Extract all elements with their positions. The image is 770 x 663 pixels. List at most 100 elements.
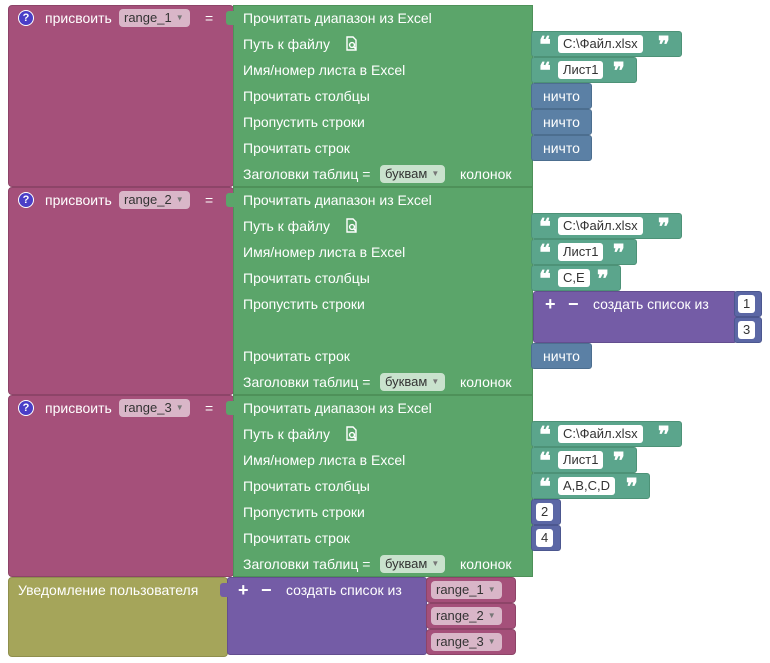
variable-name: range_1 (124, 10, 172, 25)
quote-open-icon: ❝ (539, 32, 551, 58)
search-file-icon[interactable] (344, 218, 360, 234)
minus-icon[interactable]: − (261, 581, 272, 599)
create-list-label: создать список из (286, 582, 402, 598)
headers-suffix: колонок (460, 556, 512, 572)
skip-label: Пропустить строки (243, 504, 365, 520)
variable-dropdown-range-2[interactable]: range_2 ▼ (119, 191, 190, 209)
null-label: ничто (543, 114, 580, 130)
null-label: ничто (543, 88, 580, 104)
cols-label: Прочитать столбцы (243, 270, 370, 286)
quote-open-icon: ❝ (539, 214, 551, 240)
quote-open-icon: ❝ (539, 266, 551, 292)
file-path-field[interactable]: C:\Файл.xlsx (558, 425, 643, 443)
headers-option: буквам (385, 556, 428, 571)
headers-label: Заголовки таблиц = (243, 556, 371, 572)
dropdown-arrow-icon: ▼ (175, 13, 184, 22)
assign-block-range-3[interactable] (8, 395, 234, 577)
skip-label: Пропустить строки (243, 114, 365, 130)
minus-icon[interactable]: − (568, 295, 579, 313)
headers-suffix: колонок (460, 166, 512, 182)
quote-open-icon: ❝ (539, 422, 551, 448)
rows-label: Прочитать строк (243, 348, 350, 364)
quote-close-icon: ❞ (613, 240, 625, 266)
skip-label: Пропустить строки (243, 296, 365, 312)
assign-label: присвоить (45, 400, 112, 416)
quote-close-icon: ❞ (626, 474, 638, 500)
dropdown-arrow-icon: ▼ (175, 195, 184, 204)
cols-label: Прочитать столбцы (243, 88, 370, 104)
quote-close-icon: ❞ (597, 266, 609, 292)
help-icon[interactable]: ? (18, 192, 34, 208)
number-field[interactable]: 4 (536, 529, 554, 547)
dropdown-arrow-icon: ▼ (487, 611, 496, 620)
create-list-label: создать список из (593, 296, 709, 312)
number-field[interactable]: 2 (536, 503, 554, 521)
headers-option: буквам (385, 374, 428, 389)
dropdown-arrow-icon: ▼ (487, 637, 496, 646)
quote-close-icon: ❞ (613, 58, 625, 84)
help-icon[interactable]: ? (18, 10, 34, 26)
excel-title: Прочитать диапазон из Excel (243, 400, 432, 416)
excel-title: Прочитать диапазон из Excel (243, 192, 432, 208)
headers-dropdown[interactable]: буквам ▼ (380, 373, 446, 391)
search-file-icon[interactable] (344, 426, 360, 442)
quote-open-icon: ❝ (539, 240, 551, 266)
help-icon[interactable]: ? (18, 400, 34, 416)
null-label: ничто (543, 140, 580, 156)
dropdown-arrow-icon: ▼ (431, 169, 440, 178)
sheet-label: Имя/номер листа в Excel (243, 62, 406, 78)
variable-dropdown-range-2[interactable]: range_2 ▼ (431, 607, 502, 625)
variable-name: range_1 (436, 582, 484, 597)
number-field[interactable]: 1 (738, 295, 756, 313)
excel-title: Прочитать диапазон из Excel (243, 10, 432, 26)
plus-icon[interactable]: + (238, 581, 249, 599)
assign-block-range-1[interactable] (8, 5, 234, 187)
quote-open-icon: ❝ (539, 474, 551, 500)
dropdown-arrow-icon: ▼ (431, 377, 440, 386)
notify-label: Уведомление пользователя (18, 582, 199, 598)
equals-label: = (205, 192, 214, 208)
variable-name: range_2 (436, 608, 484, 623)
dropdown-arrow-icon: ▼ (431, 559, 440, 568)
headers-option: буквам (385, 166, 428, 181)
null-label: ничто (543, 348, 580, 364)
connector-tab (226, 401, 235, 415)
search-file-icon[interactable] (344, 36, 360, 52)
assign-label: присвоить (45, 10, 112, 26)
quote-close-icon: ❞ (613, 448, 625, 474)
cols-field[interactable]: C,E (558, 269, 590, 287)
quote-close-icon: ❞ (658, 422, 670, 448)
variable-dropdown-range-1[interactable]: range_1 ▼ (119, 9, 190, 27)
file-path-field[interactable]: C:\Файл.xlsx (558, 35, 643, 53)
sheet-name-field[interactable]: Лист1 (558, 61, 604, 79)
sheet-name-field[interactable]: Лист1 (558, 451, 604, 469)
cols-field[interactable]: A,B,C,D (558, 477, 615, 495)
file-path-field[interactable]: C:\Файл.xlsx (558, 217, 643, 235)
variable-dropdown-range-3[interactable]: range_3 ▼ (119, 399, 190, 417)
variable-name: range_3 (124, 400, 172, 415)
connector-tab (226, 193, 235, 207)
dropdown-arrow-icon: ▼ (487, 585, 496, 594)
headers-dropdown[interactable]: буквам ▼ (380, 555, 446, 573)
rows-label: Прочитать строк (243, 140, 350, 156)
quote-open-icon: ❝ (539, 58, 551, 84)
variable-dropdown-range-3[interactable]: range_3 ▼ (431, 633, 502, 651)
sheet-label: Имя/номер листа в Excel (243, 452, 406, 468)
number-field[interactable]: 3 (738, 321, 756, 339)
cols-label: Прочитать столбцы (243, 478, 370, 494)
variable-name: range_2 (124, 192, 172, 207)
assign-block-range-2[interactable] (8, 187, 234, 395)
sheet-name-field[interactable]: Лист1 (558, 243, 604, 261)
equals-label: = (205, 10, 214, 26)
headers-label: Заголовки таблиц = (243, 166, 371, 182)
headers-dropdown[interactable]: буквам ▼ (380, 165, 446, 183)
quote-close-icon: ❞ (658, 214, 670, 240)
headers-suffix: колонок (460, 374, 512, 390)
path-label: Путь к файлу (243, 426, 330, 442)
plus-icon[interactable]: + (545, 295, 556, 313)
sheet-label: Имя/номер листа в Excel (243, 244, 406, 260)
variable-dropdown-range-1[interactable]: range_1 ▼ (431, 581, 502, 599)
assign-label: присвоить (45, 192, 112, 208)
rows-label: Прочитать строк (243, 530, 350, 546)
variable-name: range_3 (436, 634, 484, 649)
